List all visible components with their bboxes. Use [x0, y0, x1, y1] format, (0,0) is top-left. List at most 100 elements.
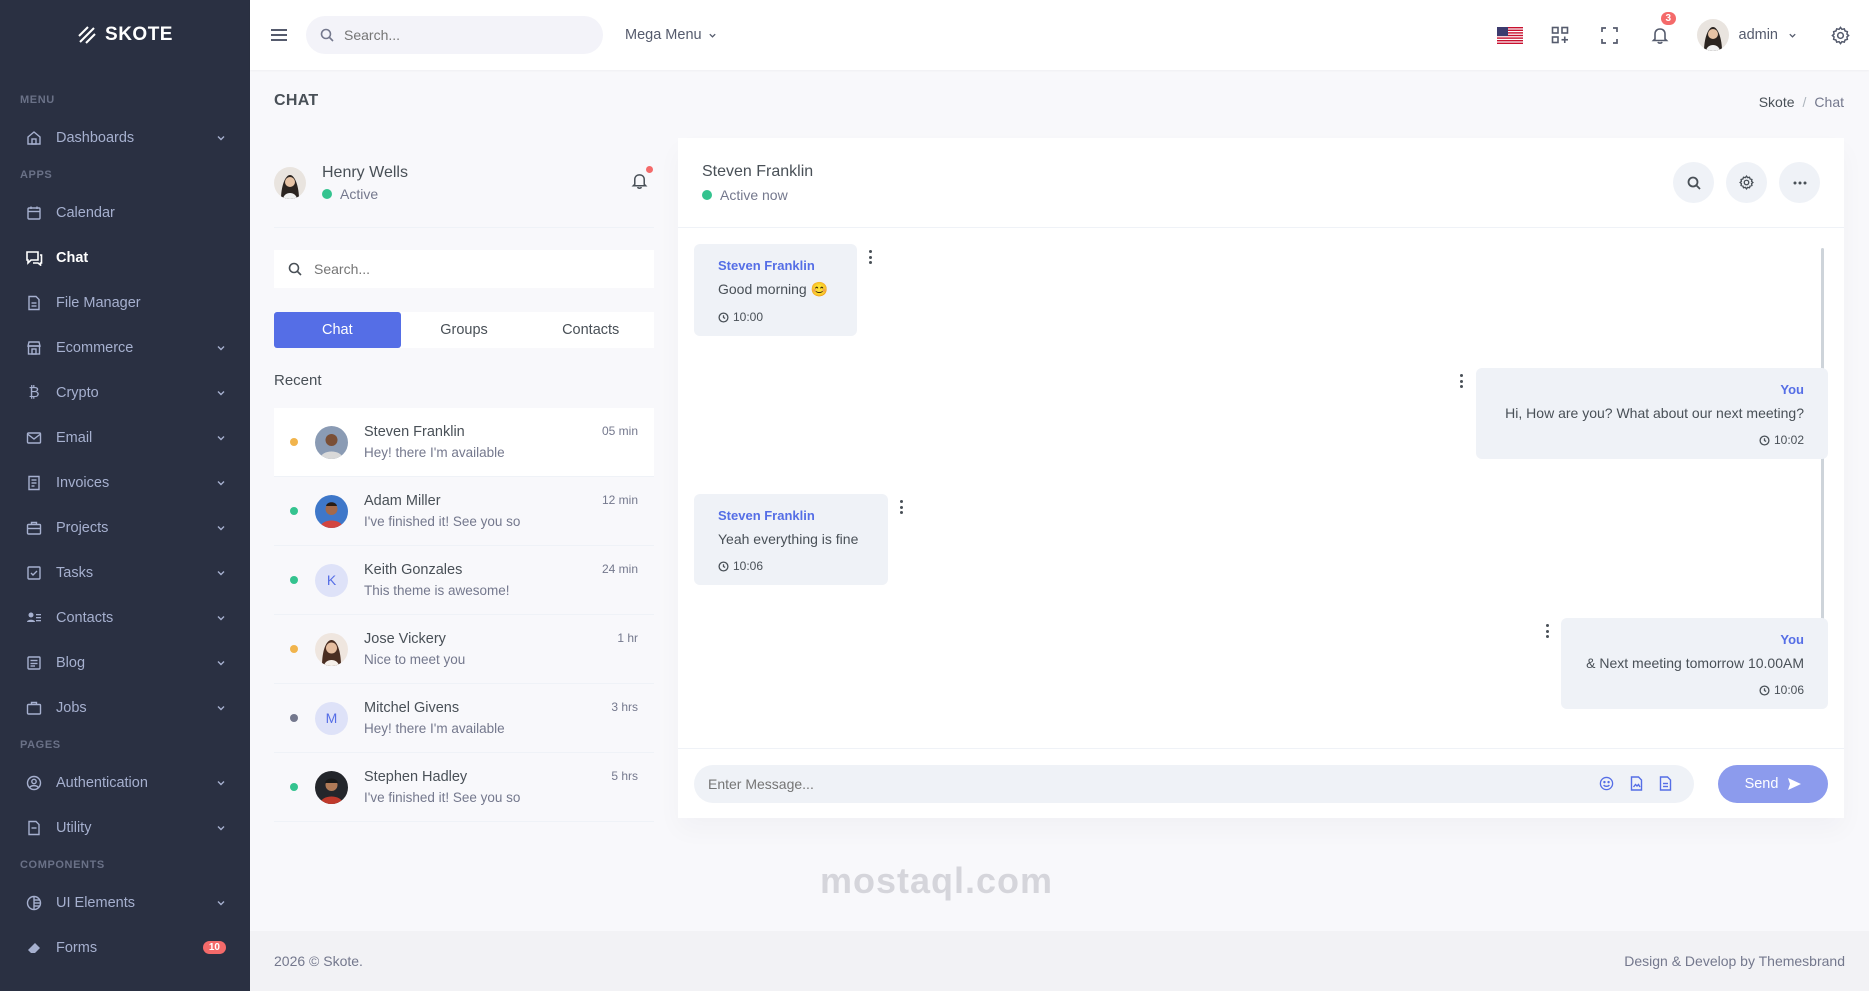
sidebar-item-crypto[interactable]: ₿ Crypto [0, 370, 250, 415]
chat-search-box[interactable] [274, 250, 654, 288]
gear-icon [1739, 175, 1754, 190]
message-options-icon[interactable] [868, 250, 872, 264]
chat-search-button[interactable] [1673, 162, 1714, 203]
message-time-text: 10:02 [1773, 433, 1804, 447]
chat-input-row: Send [678, 748, 1844, 818]
status-dot [290, 438, 298, 446]
chat-settings-button[interactable] [1726, 162, 1767, 203]
sidebar-item-ecommerce[interactable]: Ecommerce [0, 325, 250, 370]
user-menu[interactable]: admin [1685, 19, 1816, 51]
emoji-icon[interactable] [1599, 776, 1614, 791]
apps-grid-button[interactable] [1535, 0, 1585, 70]
message-bubble: Steven Franklin Yeah everything is fine … [694, 494, 888, 585]
sidebar-item-contacts[interactable]: Contacts [0, 595, 250, 640]
top-search-input[interactable] [344, 27, 564, 43]
pages-section-title: PAGES [20, 739, 61, 751]
hamburger-menu-icon[interactable] [268, 24, 290, 46]
send-button-label: Send [1744, 775, 1779, 792]
chat-more-button[interactable] [1779, 162, 1820, 203]
clock-icon [1759, 434, 1770, 446]
breadcrumb-parent-link[interactable]: Skote [1759, 94, 1795, 110]
mega-menu-dropdown[interactable]: Mega Menu [625, 27, 717, 43]
conversation-name: Jose Vickery [364, 631, 446, 647]
conversation-time: 1 hr [617, 631, 638, 645]
sidebar-item-authentication[interactable]: Authentication [0, 760, 250, 805]
sidebar-item-label: Forms [56, 939, 98, 956]
sidebar-item-projects[interactable]: Projects [0, 505, 250, 550]
message-author: Steven Franklin [718, 258, 815, 273]
footer-copyright: 2026 © Skote. [274, 953, 363, 969]
sidebar-item-jobs[interactable]: Jobs [0, 685, 250, 730]
conversation-item[interactable]: M Mitchel Givens Hey! there I'm availabl… [274, 684, 654, 753]
send-button[interactable]: Send [1718, 764, 1828, 803]
conversation-name: Stephen Hadley [364, 769, 468, 785]
message-input[interactable] [708, 775, 1599, 792]
sidebar-item-forms[interactable]: Forms 10 [0, 925, 250, 970]
current-user-status: Active [322, 186, 408, 202]
sidebar-item-calendar[interactable]: Calendar [0, 190, 250, 235]
sidebar-item-label: Email [56, 429, 93, 446]
apps-section-title: APPS [20, 169, 53, 181]
chat-input-box[interactable] [694, 764, 1694, 803]
avatar [315, 770, 348, 804]
search-icon [320, 28, 334, 42]
footer-credit: Design & Develop by Themesbrand [1624, 953, 1845, 969]
conversation-area: Steven Franklin Good morning 😊 10:00 You… [678, 228, 1844, 744]
conversation-item[interactable]: Jose Vickery Nice to meet you 1 hr [274, 615, 654, 684]
message-bubble: You & Next meeting tomorrow 10.00AM 10:0… [1561, 618, 1828, 709]
message-time-text: 10:06 [733, 559, 764, 573]
settings-button[interactable] [1815, 0, 1865, 70]
message-author: Steven Franklin [718, 508, 815, 523]
conversation-item[interactable]: K Keith Gonzales This theme is awesome! … [274, 546, 654, 615]
mega-menu-label: Mega Menu [625, 27, 702, 43]
message-text: & Next meeting tomorrow 10.00AM [1586, 655, 1804, 671]
brand-logo[interactable]: SKOTE [0, 0, 250, 70]
footer: 2026 © Skote. Design & Develop by Themes… [250, 931, 1869, 991]
chat-notifications-button[interactable] [631, 166, 653, 193]
jobs-icon [24, 698, 44, 718]
message-author: You [1780, 382, 1804, 397]
chevron-down-icon [217, 480, 225, 485]
language-selector[interactable] [1485, 0, 1535, 70]
document-file-icon[interactable] [1659, 776, 1672, 791]
user-circle-icon [24, 773, 44, 793]
sidebar-item-label: Projects [56, 519, 109, 536]
clock-icon [718, 311, 729, 323]
avatar [274, 166, 306, 199]
fullscreen-button[interactable] [1585, 0, 1635, 70]
message-options-icon[interactable] [899, 500, 903, 514]
avatar-initial: M [315, 701, 348, 735]
search-icon [1687, 176, 1701, 190]
sidebar-item-utility[interactable]: Utility [0, 805, 250, 850]
conversation-last-message: Nice to meet you [364, 652, 466, 667]
conversation-item[interactable]: Stephen Hadley I've finished it! See you… [274, 753, 654, 822]
tab-groups[interactable]: Groups [401, 312, 528, 348]
sidebar-item-tasks[interactable]: Tasks [0, 550, 250, 595]
logo-icon [78, 26, 96, 44]
message-options-icon[interactable] [1459, 374, 1463, 388]
conversation-item[interactable]: Steven Franklin Hey! there I'm available… [274, 408, 654, 477]
sidebar-item-invoices[interactable]: Invoices [0, 460, 250, 505]
conversation-item[interactable]: Adam Miller I've finished it! See you so… [274, 477, 654, 546]
eraser-icon [24, 938, 44, 958]
tab-chat[interactable]: Chat [274, 312, 401, 348]
message-options-icon[interactable] [1545, 624, 1549, 638]
sidebar-item-dashboards[interactable]: Dashboards [0, 115, 250, 160]
conversation-time: 12 min [601, 493, 638, 507]
chat-search-input[interactable] [314, 261, 614, 277]
chat-contact-status-text: Active now [720, 186, 788, 203]
sidebar-item-ui-elements[interactable]: UI Elements [0, 880, 250, 925]
sidebar-item-email[interactable]: Email [0, 415, 250, 460]
page-title: CHAT [274, 92, 319, 109]
bell-icon [1651, 27, 1668, 44]
receipt-icon [24, 473, 44, 493]
top-search-box[interactable] [306, 16, 603, 54]
sidebar-item-blog[interactable]: Blog [0, 640, 250, 685]
tab-contacts[interactable]: Contacts [527, 312, 654, 348]
sidebar-item-chat[interactable]: Chat [0, 235, 250, 280]
notifications-button[interactable]: 3 [1635, 0, 1685, 70]
conversation-time: 5 hrs [611, 769, 638, 783]
sidebar-item-file-manager[interactable]: File Manager [0, 280, 250, 325]
image-file-icon[interactable] [1630, 776, 1643, 791]
conversation-last-message: I've finished it! See you so [364, 790, 521, 805]
